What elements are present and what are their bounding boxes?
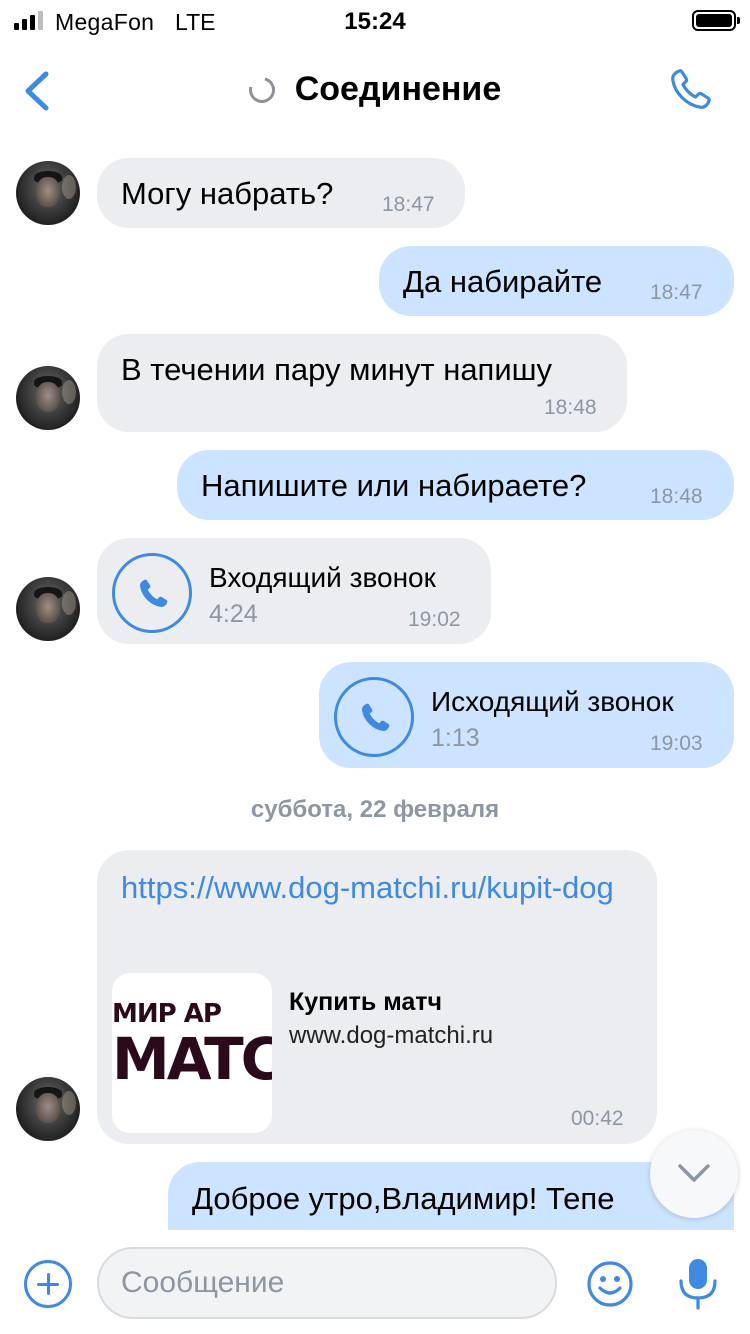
call-title: Исходящий звонок [431, 686, 674, 717]
link-preview-title[interactable]: Купить матч [289, 988, 442, 1017]
call-duration: 4:24 [209, 600, 258, 628]
status-bar: MegaFon LTE 15:24 [0, 0, 750, 40]
attach-button[interactable] [24, 1260, 72, 1308]
phone-icon [140, 579, 168, 607]
message-time: 18:48 [650, 485, 703, 508]
message-bubble-incoming[interactable]: В течении пару минут напишу 18:48 [97, 334, 627, 432]
avatar[interactable] [16, 366, 80, 430]
call-message-incoming[interactable]: Входящий звонок 4:24 19:02 [97, 538, 491, 644]
message-input[interactable] [97, 1247, 557, 1319]
page-title: Соединение [294, 70, 502, 108]
chevron-down-icon [678, 1164, 710, 1182]
call-button[interactable] [334, 677, 414, 757]
message-bubble-outgoing[interactable]: Напишите или набираете? 18:48 [177, 450, 734, 520]
message-composer [0, 1230, 750, 1334]
microphone-icon [679, 1259, 717, 1310]
status-time: 15:24 [344, 8, 406, 35]
link-preview-domain: www.dog-matchi.ru [289, 1022, 494, 1049]
date-separator: суббота, 22 февраля [250, 796, 500, 823]
phone-icon [671, 69, 711, 109]
chat-header: Соединение [0, 40, 750, 140]
message-time: 18:48 [544, 396, 597, 419]
message-text: В течении пару минут напишу [121, 352, 553, 387]
call-button[interactable] [112, 553, 192, 633]
call-title: Входящий звонок [209, 562, 436, 593]
emoji-button[interactable] [586, 1260, 634, 1308]
avatar[interactable] [16, 577, 80, 641]
message-text: Доброе утро,Владимир! Тепе [192, 1181, 615, 1216]
message-time: 18:47 [650, 281, 703, 304]
message-text: Могу набрать? [121, 176, 334, 211]
message-bubble-incoming[interactable]: Могу набрать? 18:47 [97, 158, 465, 228]
phone-icon [362, 703, 390, 731]
call-duration: 1:13 [431, 724, 480, 752]
message-text: Да набирайте [403, 264, 603, 299]
voice-message-button[interactable] [676, 1256, 720, 1312]
call-message-outgoing[interactable]: Исходящий звонок 1:13 19:03 [319, 662, 734, 768]
avatar[interactable] [16, 161, 80, 225]
message-link[interactable]: https://www.dog-matchi.ru/kupit-dog [121, 866, 641, 910]
preview-image-text-bottom: MATCI [112, 1025, 272, 1093]
message-bubble-outgoing[interactable]: Да набирайте 18:47 [379, 246, 734, 316]
link-preview-image[interactable]: МИР АР MATCI [112, 973, 272, 1133]
message-time: 19:02 [408, 608, 461, 631]
header-title-group: Соединение [0, 70, 750, 109]
message-time: 00:42 [571, 1107, 624, 1130]
smiley-icon [587, 1261, 633, 1307]
message-text: Напишите или набираете? [201, 468, 587, 503]
avatar[interactable] [16, 1077, 80, 1141]
message-time: 18:47 [382, 193, 435, 216]
message-time: 19:03 [650, 732, 703, 755]
battery-icon [692, 10, 740, 31]
loading-spinner-icon [243, 71, 280, 108]
call-button[interactable] [666, 66, 714, 114]
scroll-to-bottom-button[interactable] [650, 1130, 738, 1218]
